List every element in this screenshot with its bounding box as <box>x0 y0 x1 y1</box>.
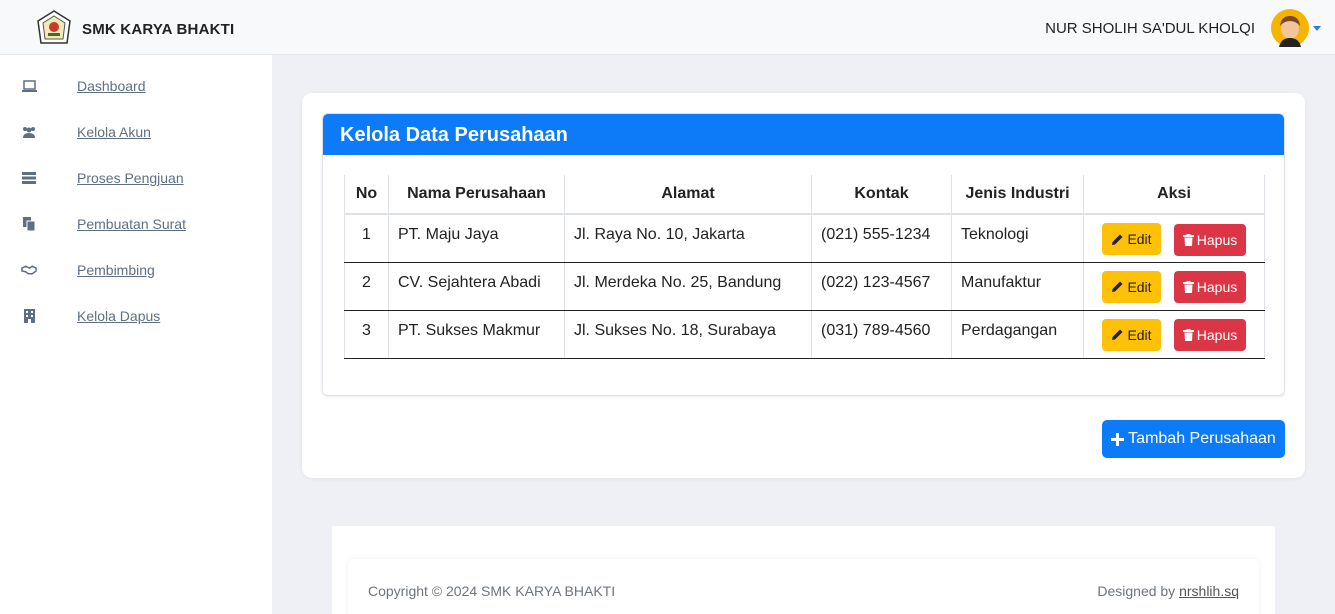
cell-aksi: Edit Hapus <box>1083 262 1265 311</box>
designer-link[interactable]: nrshlih.sq <box>1179 583 1239 599</box>
table-row: 3 PT. Sukses Makmur Jl. Sukses No. 18, S… <box>344 310 1265 359</box>
column-header: Alamat <box>564 175 812 215</box>
cell-no: 1 <box>344 214 389 263</box>
main-card: Kelola Data Perusahaan No Nama Perusahaa… <box>302 93 1305 478</box>
sidebar-item-pembuatan-surat[interactable]: Pembuatan Surat <box>0 209 272 239</box>
delete-label: Hapus <box>1196 279 1238 295</box>
delete-button[interactable]: Hapus <box>1174 223 1246 256</box>
designed-by: Designed by nrshlih.sq <box>1097 583 1239 599</box>
cell-nama: PT. Sukses Makmur <box>388 310 565 359</box>
column-header: Aksi <box>1083 175 1265 215</box>
sidebar-item-pembimbing[interactable]: Pembimbing <box>0 255 272 285</box>
handshake-icon <box>21 262 37 278</box>
delete-button[interactable]: Hapus <box>1174 319 1246 351</box>
building-icon <box>21 308 37 324</box>
edit-button[interactable]: Edit <box>1102 223 1161 255</box>
copyright-text: Copyright © 2024 SMK KARYA BHAKTI <box>368 583 616 599</box>
designed-by-prefix: Designed by <box>1097 583 1176 599</box>
brand-title: SMK KARYA BHAKTI <box>82 20 235 38</box>
edit-label: Edit <box>1127 231 1152 247</box>
sidebar-item-label[interactable]: Dashboard <box>77 78 146 94</box>
footer-container: Copyright © 2024 SMK KARYA BHAKTI Design… <box>332 526 1275 614</box>
sidebar-item-label[interactable]: Kelola Dapus <box>77 308 160 324</box>
sidebar: Dashboard Kelola Akun Proses Pengjuan Pe… <box>0 55 272 614</box>
list-icon <box>21 170 37 186</box>
delete-label: Hapus <box>1196 231 1238 248</box>
pencil-icon <box>1112 234 1123 245</box>
trash-icon <box>1182 329 1194 341</box>
delete-label: Hapus <box>1196 327 1238 343</box>
add-company-label: Tambah Perusahaan <box>1128 430 1276 447</box>
laptop-icon <box>21 78 37 94</box>
sidebar-item-kelola-dapus[interactable]: Kelola Dapus <box>0 301 272 331</box>
pencil-icon <box>1112 281 1123 292</box>
school-logo <box>37 10 71 44</box>
cell-nama: CV. Sejahtera Abadi <box>388 262 565 311</box>
footer: Copyright © 2024 SMK KARYA BHAKTI Design… <box>348 559 1259 614</box>
cell-alamat: Jl. Raya No. 10, Jakarta <box>564 214 812 263</box>
cell-kontak: (031) 789-4560 <box>811 310 952 359</box>
company-panel: Kelola Data Perusahaan No Nama Perusahaa… <box>322 113 1285 396</box>
user-name: NUR SHOLIH SA'DUL KHOLQI <box>1045 19 1255 37</box>
page-title: Kelola Data Perusahaan <box>323 114 1284 155</box>
edit-label: Edit <box>1127 326 1152 343</box>
sidebar-item-label[interactable]: Kelola Akun <box>77 124 151 140</box>
cell-alamat: Jl. Merdeka No. 25, Bandung <box>564 262 812 311</box>
table-header-row: No Nama Perusahaan Alamat Kontak Jenis I… <box>344 175 1265 215</box>
delete-button[interactable]: Hapus <box>1174 271 1246 303</box>
trash-icon <box>1182 281 1194 293</box>
cell-no: 2 <box>344 262 389 311</box>
sidebar-item-dashboard[interactable]: Dashboard <box>0 71 272 101</box>
column-header: Jenis Industri <box>951 175 1084 215</box>
add-company-button[interactable]: Tambah Perusahaan <box>1102 420 1285 458</box>
user-menu[interactable]: NUR SHOLIH SA'DUL KHOLQI <box>1045 9 1321 47</box>
cell-nama: PT. Maju Jaya <box>388 214 565 263</box>
cell-aksi: Edit Hapus <box>1083 310 1265 359</box>
column-header: No <box>344 175 389 215</box>
pencil-icon <box>1112 329 1123 340</box>
copy-icon <box>21 216 37 232</box>
cell-jenis: Perdagangan <box>951 310 1084 359</box>
top-navbar: SMK KARYA BHAKTI NUR SHOLIH SA'DUL KHOLQ… <box>0 0 1335 55</box>
column-header: Nama Perusahaan <box>388 175 565 215</box>
cell-kontak: (022) 123-4567 <box>811 262 952 311</box>
avatar[interactable] <box>1271 9 1309 47</box>
sidebar-item-label[interactable]: Pembuatan Surat <box>77 216 186 232</box>
trash-icon <box>1182 233 1194 246</box>
table-row: 1 PT. Maju Jaya Jl. Raya No. 10, Jakarta… <box>344 214 1265 263</box>
plus-icon <box>1111 432 1125 446</box>
sidebar-item-label[interactable]: Proses Pengjuan <box>77 170 184 186</box>
cell-jenis: Teknologi <box>951 214 1084 263</box>
cell-aksi: Edit Hapus <box>1083 214 1265 263</box>
cell-alamat: Jl. Sukses No. 18, Surabaya <box>564 310 812 359</box>
sidebar-item-proses-pengajuan[interactable]: Proses Pengjuan <box>0 163 272 193</box>
cell-jenis: Manufaktur <box>951 262 1084 311</box>
company-table: No Nama Perusahaan Alamat Kontak Jenis I… <box>344 175 1265 359</box>
sidebar-item-kelola-akun[interactable]: Kelola Akun <box>0 117 272 147</box>
column-header: Kontak <box>811 175 952 215</box>
cell-no: 3 <box>344 310 389 359</box>
cell-kontak: (021) 555-1234 <box>811 214 952 263</box>
edit-button[interactable]: Edit <box>1102 270 1161 303</box>
table-row: 2 CV. Sejahtera Abadi Jl. Merdeka No. 25… <box>344 262 1265 311</box>
users-icon <box>21 124 37 140</box>
chevron-down-icon[interactable] <box>1313 25 1321 31</box>
edit-button[interactable]: Edit <box>1102 318 1161 351</box>
brand[interactable]: SMK KARYA BHAKTI <box>34 9 234 49</box>
sidebar-item-label[interactable]: Pembimbing <box>77 262 155 278</box>
edit-label: Edit <box>1127 278 1152 295</box>
